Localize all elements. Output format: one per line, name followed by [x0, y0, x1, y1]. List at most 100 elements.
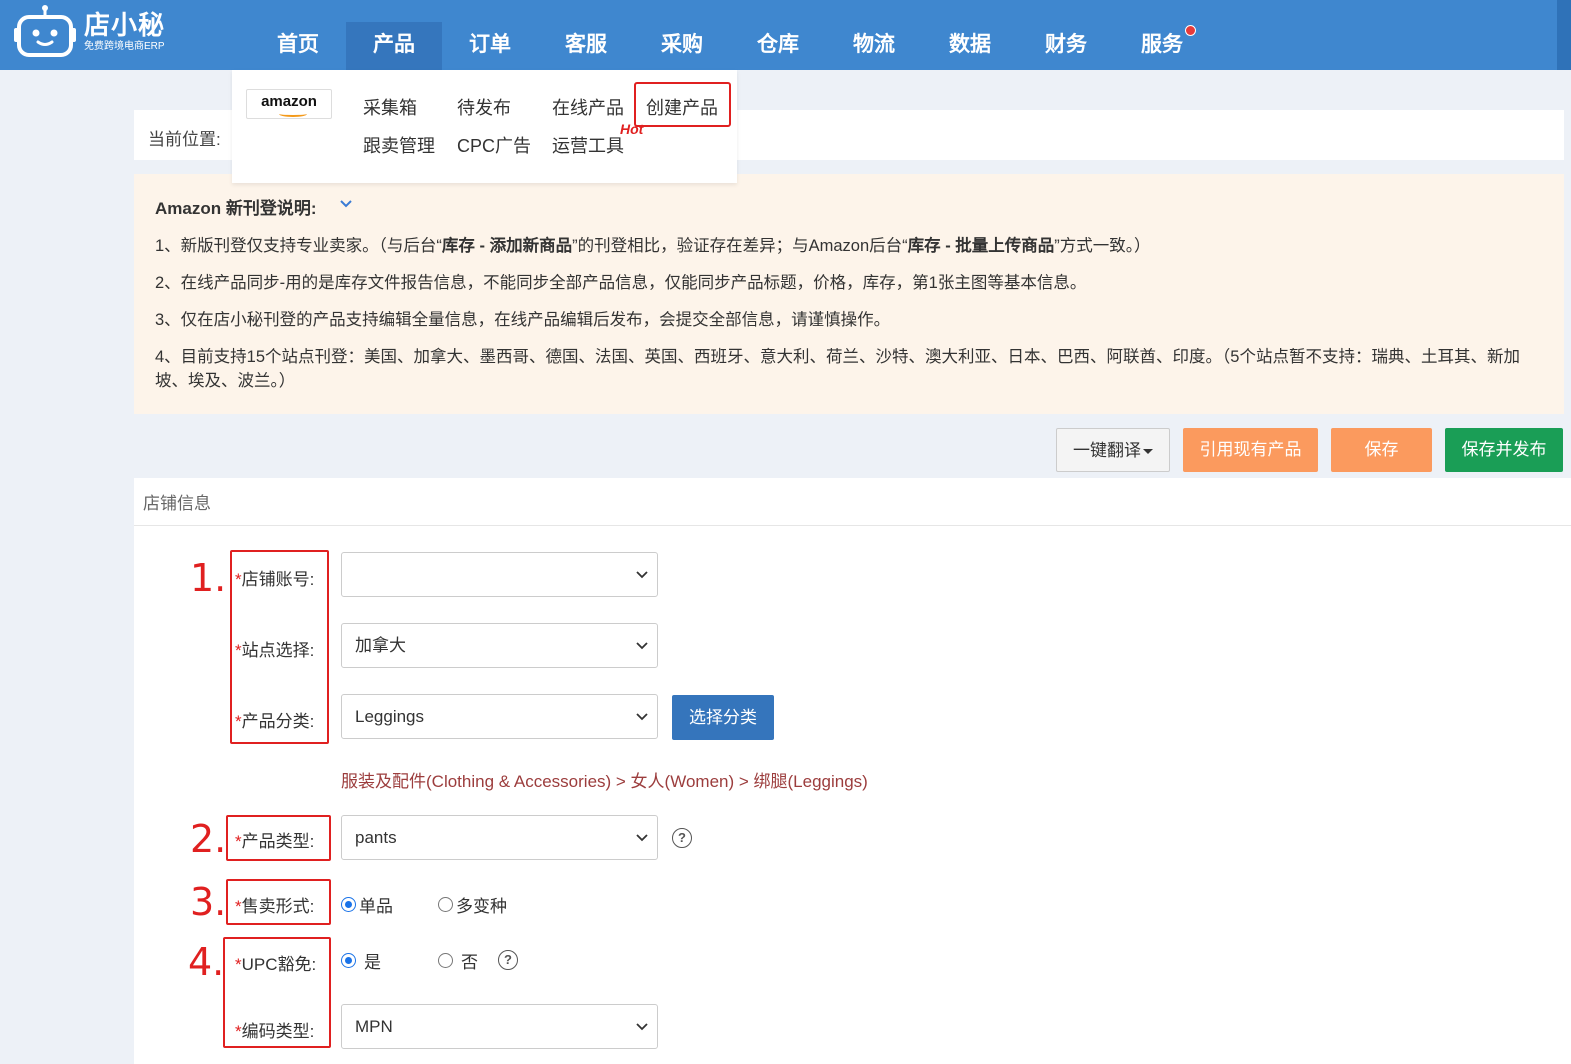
notice-line-1-a: 1、新版刊登仅支持专业卖家。（与后台“	[155, 237, 442, 255]
code-type-label: *编码类型:	[235, 1017, 314, 1042]
notice-line-4: 4、目前支持15个站点刊登：美国、加拿大、墨西哥、德国、法国、英国、西班牙、意大…	[155, 348, 1520, 390]
radio-unchecked-icon	[438, 897, 453, 912]
topbar-edge	[1557, 0, 1571, 70]
menu-ops-tools[interactable]: 运营工具	[552, 132, 624, 158]
products-dropdown-menu: amazon 采集箱 待发布 在线产品 创建产品 跟卖管理 CPC广告 运营工具…	[232, 70, 737, 183]
upc-exempt-label: *UPC豁免:	[235, 950, 316, 975]
listing-notice: Amazon 新刊登说明: 1、新版刊登仅支持专业卖家。（与后台“库存 - 添加…	[134, 174, 1564, 414]
breadcrumb-label: 当前位置:	[148, 130, 221, 149]
site-select[interactable]: 加拿大	[341, 623, 658, 668]
hot-badge: Hot	[620, 121, 644, 137]
upc-exempt-option-no: 否	[461, 953, 478, 972]
app-logo[interactable]: 店小秘 免费跨境电商ERP	[14, 4, 165, 60]
site-value: 加拿大	[355, 636, 406, 655]
radio-unchecked-icon	[438, 953, 453, 968]
code-type-select[interactable]: MPN	[341, 1004, 658, 1049]
logo-name: 店小秘	[84, 10, 166, 40]
top-navigation-bar: 店小秘 免费跨境电商ERP 首页 产品 订单 客服 采购 仓库 物流 数据 财务…	[0, 0, 1571, 70]
required-mark: *	[235, 832, 242, 851]
upc-exempt-label-text: UPC豁免:	[241, 955, 317, 974]
menu-online-products[interactable]: 在线产品	[552, 94, 624, 120]
code-type-value: MPN	[355, 1017, 393, 1036]
category-value: Leggings	[355, 707, 425, 726]
notice-line-1-e: ”方式一致。）	[1054, 237, 1151, 255]
amazon-logo[interactable]: amazon	[246, 89, 332, 119]
help-icon[interactable]: ?	[672, 828, 692, 848]
nav-warehouse[interactable]: 仓库	[730, 22, 826, 70]
annotation-number-1: 1.	[190, 556, 227, 600]
product-type-value: pants	[355, 828, 397, 847]
category-select[interactable]: Leggings	[341, 694, 658, 739]
chevron-down-icon[interactable]	[338, 196, 354, 212]
sell-form-label-text: 售卖形式:	[241, 897, 315, 916]
logo-subtitle: 免费跨境电商ERP	[84, 41, 165, 52]
required-mark: *	[235, 1022, 242, 1041]
create-product-highlight-box	[634, 82, 731, 127]
nav-home[interactable]: 首页	[250, 22, 346, 70]
notice-line-1: 1、新版刊登仅支持专业卖家。（与后台“库存 - 添加新商品”的刊登相比，验证存在…	[155, 234, 1545, 258]
sell-form-variant-radio[interactable]: 多变种	[438, 892, 507, 917]
chevron-down-icon	[636, 713, 648, 721]
notice-line-1-b: 库存 - 添加新商品	[441, 237, 573, 255]
chevron-down-icon	[636, 571, 648, 579]
annotation-number-3: 3.	[190, 880, 227, 924]
upc-exempt-yes-radio[interactable]: 是	[341, 948, 381, 973]
nav-data[interactable]: 数据	[922, 22, 1018, 70]
notice-line-2: 2、在线产品同步-用的是库存文件报告信息，不能同步全部产品信息，仅能同步产品标题…	[155, 274, 1087, 292]
menu-pending-publish[interactable]: 待发布	[457, 94, 511, 120]
product-type-select[interactable]: pants	[341, 815, 658, 860]
store-account-label: *店铺账号:	[235, 565, 314, 590]
sell-form-single-radio[interactable]: 单品	[341, 892, 393, 917]
code-type-label-text: 编码类型:	[241, 1022, 315, 1041]
required-mark: *	[235, 712, 242, 731]
notice-title: Amazon 新刊登说明:	[155, 199, 317, 218]
amazon-smile-icon	[279, 111, 307, 117]
required-mark: *	[235, 955, 242, 974]
save-button[interactable]: 保存	[1331, 428, 1432, 472]
nav-customer-service[interactable]: 客服	[538, 22, 634, 70]
chevron-down-icon	[636, 642, 648, 650]
robot-logo-icon	[14, 4, 76, 60]
required-mark: *	[235, 570, 242, 589]
annotation-number-4: 4.	[188, 940, 225, 984]
chevron-down-icon	[636, 1023, 648, 1031]
menu-cpc-ads[interactable]: CPC广告	[457, 132, 531, 158]
nav-services[interactable]: 服务	[1114, 22, 1210, 70]
chevron-down-icon	[636, 834, 648, 842]
upc-exempt-no-radio[interactable]: 否	[438, 948, 478, 973]
nav-logistics[interactable]: 物流	[826, 22, 922, 70]
translate-button[interactable]: 一键翻译	[1056, 428, 1170, 472]
nav-services-label: 服务	[1141, 33, 1183, 56]
notification-dot	[1185, 25, 1196, 36]
panel-header: 店铺信息	[134, 478, 1571, 526]
nav-orders[interactable]: 订单	[442, 22, 538, 70]
menu-follow-sell[interactable]: 跟卖管理	[363, 132, 435, 158]
category-label: *产品分类:	[235, 707, 314, 732]
category-label-text: 产品分类:	[241, 712, 315, 731]
nav-purchasing[interactable]: 采购	[634, 22, 730, 70]
notice-line-1-c: ”的刊登相比，验证存在差异；与Amazon后台“	[572, 237, 908, 255]
notice-line-3: 3、仅在店小秘刊登的产品支持编辑全量信息，在线产品编辑后发布，会提交全部信息，请…	[155, 311, 891, 329]
menu-collect-box[interactable]: 采集箱	[363, 94, 417, 120]
save-and-publish-button[interactable]: 保存并发布	[1445, 428, 1563, 472]
nav-finance[interactable]: 财务	[1018, 22, 1114, 70]
radio-checked-icon	[341, 897, 356, 912]
main-nav: 首页 产品 订单 客服 采购 仓库 物流 数据 财务 服务	[250, 22, 1210, 70]
product-type-label-text: 产品类型:	[241, 832, 315, 851]
sell-form-label: *售卖形式:	[235, 892, 314, 917]
product-type-label: *产品类型:	[235, 827, 314, 852]
sell-form-option-variant: 多变种	[456, 897, 507, 916]
choose-category-button[interactable]: 选择分类	[672, 695, 774, 740]
store-account-label-text: 店铺账号:	[241, 570, 315, 589]
category-path: 服装及配件(Clothing & Accessories) > 女人(Women…	[341, 772, 868, 791]
help-icon[interactable]: ?	[498, 950, 518, 970]
translate-button-label: 一键翻译	[1073, 441, 1141, 460]
notice-line-1-d: 库存 - 批量上传商品	[907, 237, 1055, 255]
required-mark: *	[235, 897, 242, 916]
nav-products[interactable]: 产品	[346, 22, 442, 70]
store-account-select[interactable]	[341, 552, 658, 597]
reference-product-button[interactable]: 引用现有产品	[1183, 428, 1318, 472]
radio-checked-icon	[341, 953, 356, 968]
site-label: *站点选择:	[235, 636, 314, 661]
upc-exempt-option-yes: 是	[364, 953, 381, 972]
